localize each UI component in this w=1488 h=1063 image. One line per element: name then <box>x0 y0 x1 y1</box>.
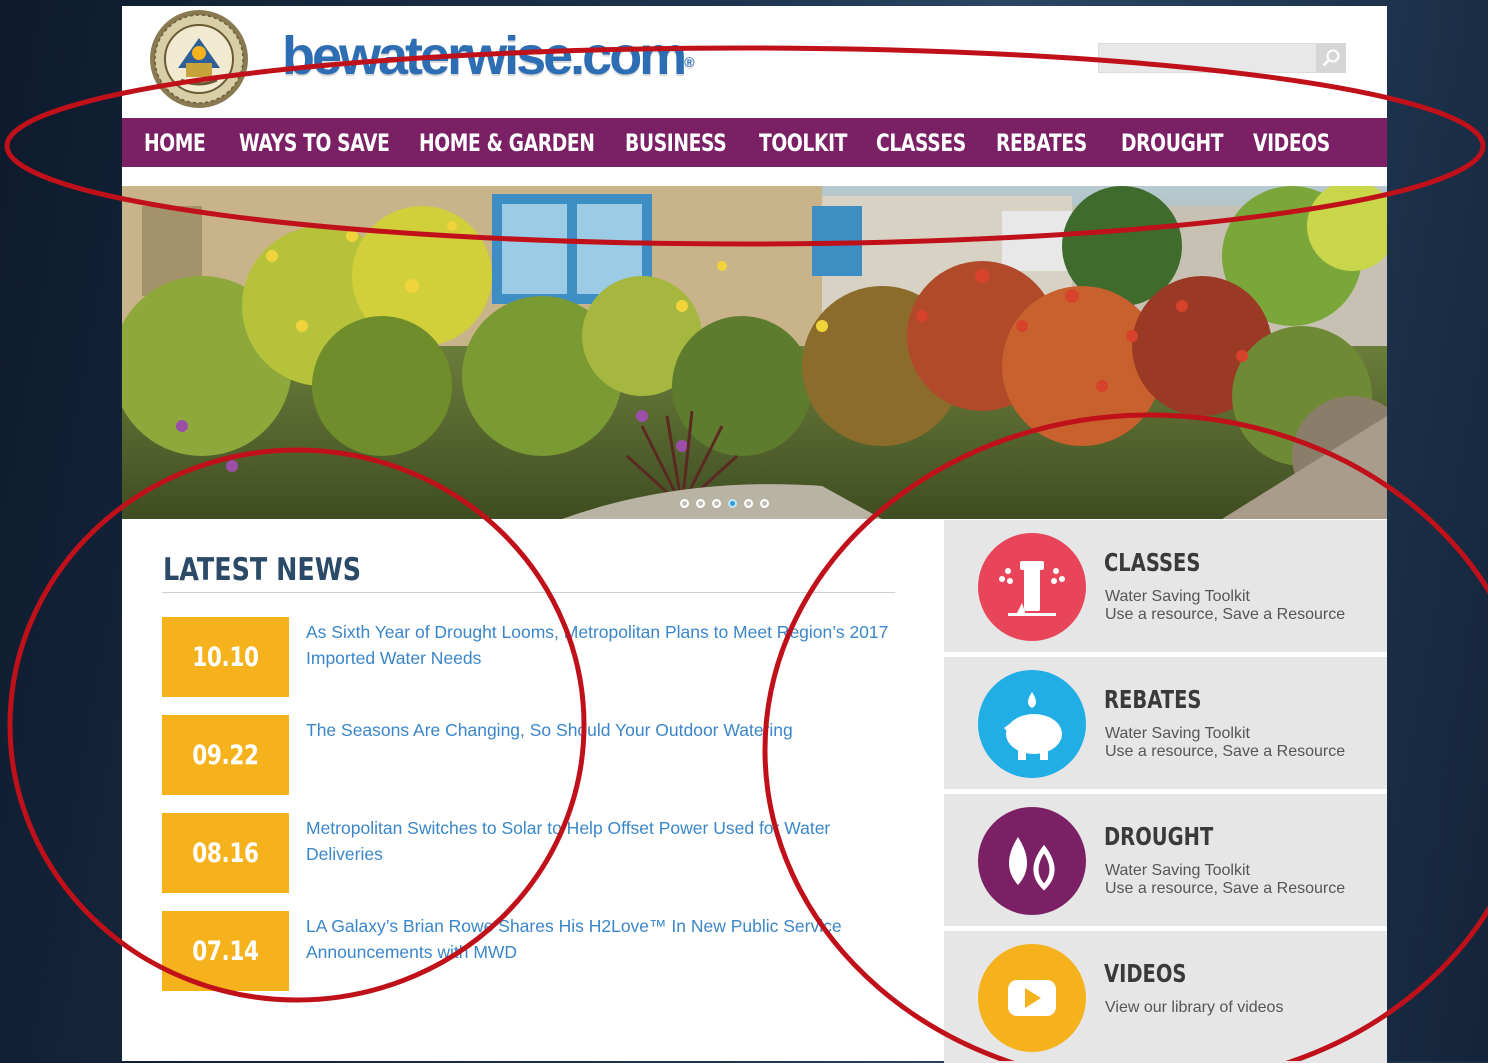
side-card-subtitle: Water Saving Toolkit <box>1105 862 1250 879</box>
side-card-title: CLASSES <box>1104 548 1201 577</box>
carousel-dot-1[interactable] <box>680 499 689 508</box>
side-card-videos[interactable]: VIDEOS View our library of videos <box>944 931 1387 1063</box>
carousel-dot-4[interactable] <box>728 499 737 508</box>
carousel-dot-2[interactable] <box>696 499 705 508</box>
news-item: 10.10 As Sixth Year of Drought Looms, Me… <box>162 617 902 697</box>
news-date-badge: 07.14 <box>162 911 289 991</box>
news-date: 08.16 <box>192 837 259 869</box>
news-item: 09.22 The Seasons Are Changing, So Shoul… <box>162 715 902 795</box>
side-card-subtitle: Water Saving Toolkit <box>1105 588 1250 605</box>
nav-rebates[interactable]: REBATES <box>996 129 1094 157</box>
news-date-badge: 10.10 <box>162 617 289 697</box>
news-headline-link[interactable]: Metropolitan Switches to Solar to Help O… <box>306 815 906 867</box>
side-card-drought[interactable]: DROUGHT Water Saving Toolkit Use a resou… <box>944 794 1387 926</box>
side-card-rebates[interactable]: REBATES Water Saving Toolkit Use a resou… <box>944 657 1387 789</box>
carousel-dot-6[interactable] <box>760 499 769 508</box>
side-card-classes[interactable]: CLASSES Water Saving Toolkit Use a resou… <box>944 520 1387 652</box>
news-date-badge: 09.22 <box>162 715 289 795</box>
news-divider <box>162 592 895 593</box>
nav-classes[interactable]: CLASSES <box>876 129 970 157</box>
nav-videos[interactable]: VIDEOS <box>1253 129 1330 157</box>
hero-carousel[interactable] <box>122 186 1387 519</box>
news-date: 10.10 <box>192 641 259 673</box>
side-card-title: REBATES <box>1104 685 1202 714</box>
news-headline-link[interactable]: The Seasons Are Changing, So Should Your… <box>306 717 906 743</box>
garden-photo <box>122 186 1387 519</box>
main-navigation: HOME WAYS TO SAVE HOME & GARDEN BUSINESS… <box>122 118 1387 167</box>
nav-home[interactable]: HOME <box>144 129 218 157</box>
search-button[interactable] <box>1316 43 1346 73</box>
district-seal-logo[interactable] <box>148 8 250 110</box>
latest-news-heading: LATEST NEWS <box>163 552 362 588</box>
nav-business[interactable]: BUSINESS <box>625 129 730 157</box>
play-button-icon <box>978 944 1086 1052</box>
side-card-title: DROUGHT <box>1104 822 1214 851</box>
web-page: bewaterwise.com® HOME WAYS TO SAVE HOME … <box>122 6 1387 1063</box>
side-card-title: VIDEOS <box>1104 959 1187 988</box>
carousel-dot-5[interactable] <box>744 499 753 508</box>
site-logo-text: bewaterwise.com <box>282 26 687 86</box>
news-headline-link[interactable]: LA Galaxy’s Brian Rowe Shares His H2Love… <box>306 913 906 965</box>
sprinkler-icon <box>978 533 1086 641</box>
registered-mark: ® <box>684 54 695 70</box>
water-drops-icon <box>978 807 1086 915</box>
news-date-badge: 08.16 <box>162 813 289 893</box>
side-card-tagline: Use a resource, Save a Resource <box>1105 880 1346 897</box>
side-card-tagline: Use a resource, Save a Resource <box>1105 606 1346 623</box>
news-item: 08.16 Metropolitan Switches to Solar to … <box>162 813 902 893</box>
news-date: 07.14 <box>192 935 259 967</box>
nav-home-garden[interactable]: HOME & GARDEN <box>419 129 595 157</box>
search-input[interactable] <box>1098 43 1346 73</box>
nav-toolkit[interactable]: TOOLKIT <box>759 129 850 157</box>
nav-drought[interactable]: DROUGHT <box>1121 129 1224 157</box>
carousel-indicators <box>680 499 769 508</box>
piggy-bank-icon <box>978 670 1086 778</box>
news-date: 09.22 <box>192 739 259 771</box>
side-card-tagline: Use a resource, Save a Resource <box>1105 743 1346 760</box>
site-logo[interactable]: bewaterwise.com® <box>282 26 695 86</box>
news-headline-link[interactable]: As Sixth Year of Drought Looms, Metropol… <box>306 619 906 671</box>
nav-ways-to-save[interactable]: WAYS TO SAVE <box>239 129 390 157</box>
side-card-subtitle: View our library of videos <box>1105 999 1284 1016</box>
news-item: 07.14 LA Galaxy’s Brian Rowe Shares His … <box>162 911 902 991</box>
search-icon <box>1322 49 1340 67</box>
side-card-subtitle: Water Saving Toolkit <box>1105 725 1250 742</box>
carousel-dot-3[interactable] <box>712 499 721 508</box>
